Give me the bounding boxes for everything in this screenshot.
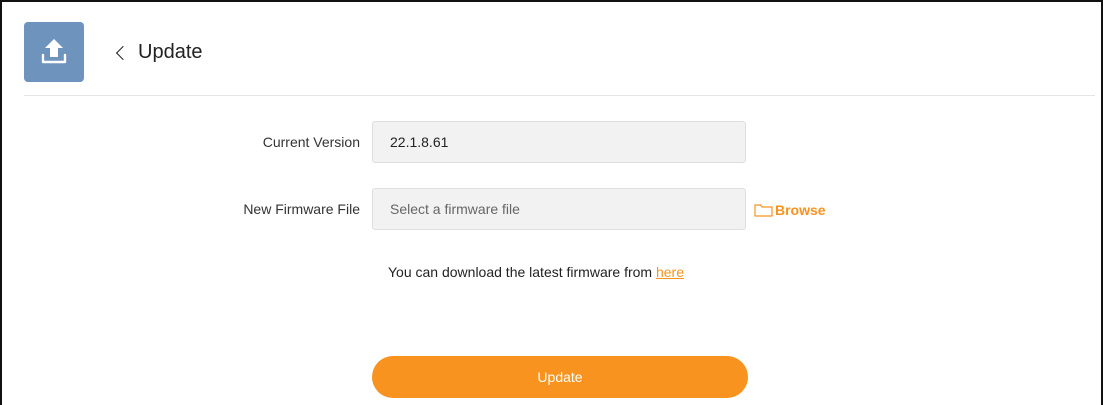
current-version-value: 22.1.8.61 bbox=[390, 134, 449, 150]
chevron-left-icon bbox=[115, 45, 131, 60]
update-button[interactable]: Update bbox=[372, 356, 748, 398]
browse-button[interactable]: Browse bbox=[754, 202, 826, 218]
current-version-label: Current Version bbox=[262, 134, 360, 150]
download-hint-text: You can download the latest firmware fro… bbox=[388, 264, 656, 280]
browse-label: Browse bbox=[775, 202, 826, 218]
firmware-file-field[interactable]: Select a firmware file bbox=[372, 188, 746, 230]
download-hint: You can download the latest firmware fro… bbox=[388, 264, 684, 280]
upload-icon bbox=[24, 22, 84, 82]
download-link[interactable]: here bbox=[656, 264, 684, 280]
back-button[interactable]: Update bbox=[115, 40, 203, 64]
firmware-file-placeholder: Select a firmware file bbox=[390, 201, 520, 217]
firmware-file-label: New Firmware File bbox=[243, 201, 360, 217]
folder-icon bbox=[754, 204, 773, 217]
page-title: Update bbox=[138, 40, 203, 63]
header-divider bbox=[24, 95, 1095, 96]
current-version-field: 22.1.8.61 bbox=[372, 121, 746, 163]
page-header: Update bbox=[24, 22, 203, 82]
